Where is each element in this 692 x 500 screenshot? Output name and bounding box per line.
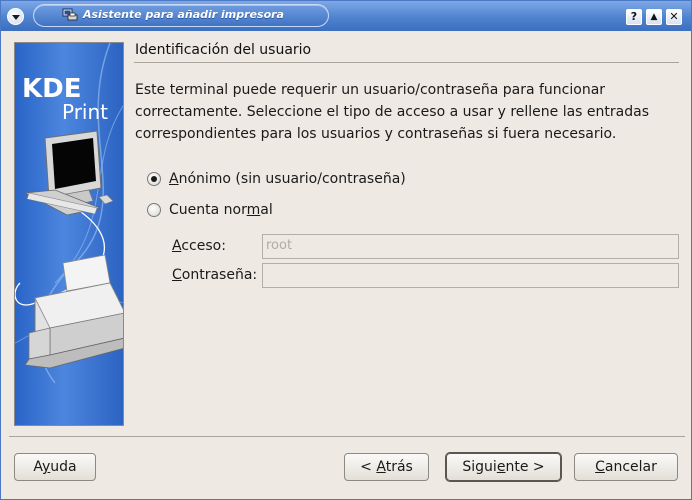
page-title: Identificación del usuario [135, 42, 312, 58]
window-menu-button[interactable] [7, 8, 24, 25]
printer-illustration [24, 254, 123, 369]
radio-anonymous-indicator[interactable] [147, 172, 161, 186]
kde-logo-text: KDE [22, 74, 82, 104]
password-label: Contraseña: [172, 267, 258, 283]
access-input[interactable]: root [262, 234, 679, 259]
radio-normal-account-label[interactable]: Cuenta normal [169, 202, 273, 218]
radio-anonymous-label[interactable]: Anónimo (sin usuario/contraseña) [169, 171, 406, 187]
window-title: Asistente para añadir impresora [83, 8, 284, 21]
shade-title-button[interactable]: ▲ [646, 9, 662, 25]
radio-normal-account-indicator[interactable] [147, 203, 161, 217]
password-input[interactable] [262, 263, 679, 288]
title-bar[interactable]: Asistente para añadir impresora ? ▲ ✕ [1, 1, 691, 31]
button-divider [9, 436, 685, 437]
back-button[interactable]: < Atrás [344, 453, 429, 481]
close-title-button[interactable]: ✕ [666, 9, 682, 25]
print-logo-text: Print [62, 100, 109, 124]
heading-divider [134, 62, 679, 63]
kdeprint-banner: KDE Print [14, 42, 124, 426]
access-label: Acceso: [172, 238, 226, 254]
radio-anonymous[interactable]: Anónimo (sin usuario/contraseña) [147, 169, 406, 189]
help-title-button[interactable]: ? [626, 9, 642, 25]
help-button[interactable]: Ayuda [14, 453, 96, 481]
page-description: Este terminal puede requerir un usuario/… [135, 82, 649, 142]
next-button[interactable]: Siguiente > [446, 453, 561, 481]
printer-app-icon [62, 8, 78, 21]
cancel-button[interactable]: Cancelar [574, 453, 678, 481]
wizard-window: Asistente para añadir impresora ? ▲ ✕ KD… [0, 0, 692, 500]
radio-normal-account[interactable]: Cuenta normal [147, 200, 273, 220]
